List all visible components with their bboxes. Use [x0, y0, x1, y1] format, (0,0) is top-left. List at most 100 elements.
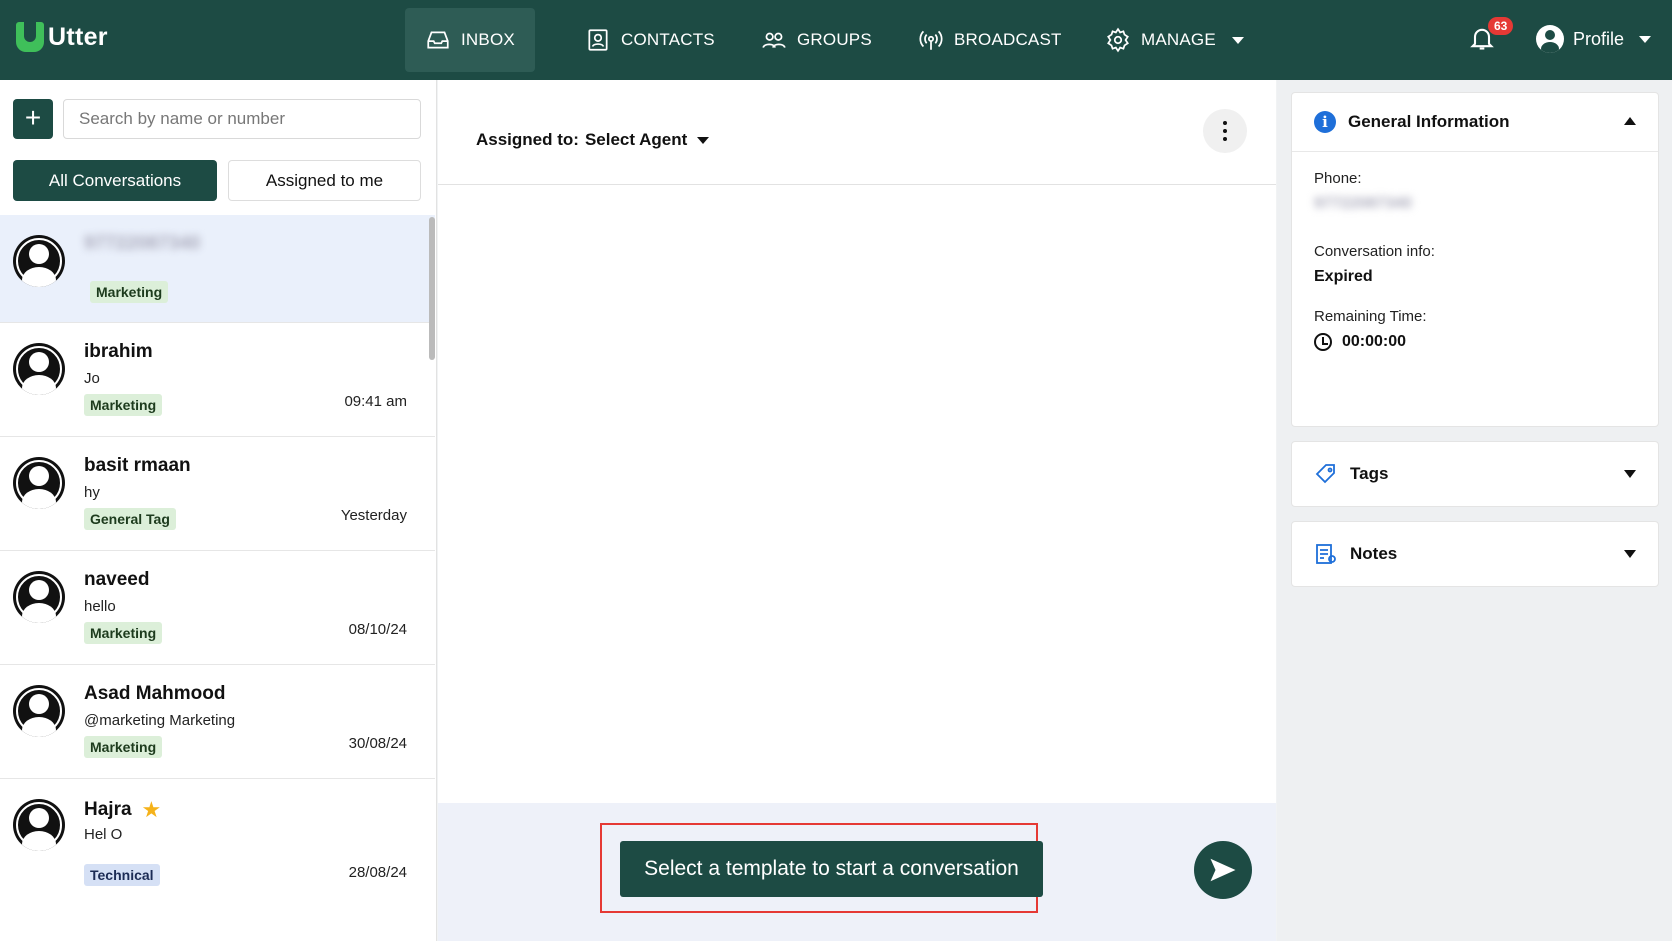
remaining-time: 00:00:00: [1314, 333, 1636, 351]
conversation-tag: Marketing: [84, 394, 163, 416]
notes-header[interactable]: Notes: [1292, 522, 1658, 586]
contact-name-text: Hajra: [84, 799, 132, 820]
nav-manage[interactable]: MANAGE: [1085, 8, 1264, 72]
alarm-clock-icon: [1314, 333, 1332, 351]
contact-avatar-icon: [13, 457, 65, 509]
contact-name: Hajra ★: [84, 797, 161, 823]
chevron-down-icon: [1231, 36, 1244, 44]
chevron-down-icon: [1639, 35, 1652, 43]
tags-title: Tags: [1350, 464, 1389, 483]
chat-panel: Assigned to: Select Agent Select a templ…: [438, 80, 1276, 941]
last-message: Hel O: [84, 826, 123, 843]
chevron-down-icon: [697, 136, 710, 144]
chevron-up-icon: [1624, 117, 1636, 125]
conversation-status: Expired: [1314, 268, 1373, 285]
last-message: hello: [84, 598, 116, 615]
message-time: 28/08/24: [348, 864, 407, 881]
message-time: Yesterday: [340, 507, 407, 524]
notes-icon: [1316, 544, 1336, 564]
phone-value: 97722087340: [1314, 195, 1412, 212]
conversation-tag: General Tag: [84, 508, 176, 530]
groups-icon: [762, 32, 786, 48]
brand-name: Utter: [48, 22, 108, 51]
contact-name: Asad Mahmood: [84, 683, 226, 704]
selected-agent: Select Agent: [584, 130, 688, 149]
conversation-item[interactable]: naveed hello Marketing 08/10/24: [0, 551, 435, 665]
contacts-icon: [588, 29, 608, 51]
contact-avatar-icon: [13, 235, 65, 287]
assign-agent-dropdown[interactable]: Assigned to: Select Agent: [476, 130, 710, 150]
conversation-sidebar: + All Conversations Assigned to me 97722…: [0, 80, 437, 941]
conversation-info-label: Conversation info:: [1314, 243, 1435, 260]
search-input[interactable]: [63, 99, 421, 139]
contact-avatar-icon: [13, 685, 65, 737]
kebab-dot-icon: [1223, 129, 1227, 133]
add-conversation-button[interactable]: +: [13, 99, 53, 139]
kebab-dot-icon: [1223, 137, 1227, 141]
user-avatar-icon: [1536, 25, 1564, 53]
general-information-header[interactable]: i General Information: [1292, 93, 1658, 151]
conversation-item[interactable]: Asad Mahmood @marketing Marketing Market…: [0, 665, 435, 779]
nav-broadcast-label: BROADCAST: [954, 30, 1062, 49]
contact-avatar-icon: [13, 343, 65, 395]
more-options-button[interactable]: [1203, 109, 1247, 153]
conversation-item[interactable]: Hajra ★ Hel O Technical 28/08/24: [0, 779, 435, 939]
assigned-label: Assigned to:: [476, 130, 579, 149]
info-icon: i: [1314, 111, 1336, 133]
tab-all-conversations[interactable]: All Conversations: [13, 160, 217, 201]
notes-card: Notes: [1291, 521, 1659, 587]
conversation-item[interactable]: 97722087340 Marketing: [0, 215, 435, 323]
conversation-tag: Marketing: [90, 281, 169, 303]
tags-card: Tags: [1291, 441, 1659, 507]
message-time: 09:41 am: [344, 393, 407, 410]
nav-contacts[interactable]: CONTACTS: [565, 8, 735, 72]
profile-label: Profile: [1573, 28, 1625, 49]
kebab-dot-icon: [1223, 121, 1227, 125]
chat-composer: Select a template to start a conversatio…: [438, 803, 1276, 941]
nav-manage-label: MANAGE: [1141, 30, 1216, 49]
message-time: 08/10/24: [348, 621, 407, 638]
select-template-button[interactable]: Select a template to start a conversatio…: [620, 841, 1043, 897]
nav-broadcast[interactable]: BROADCAST: [898, 8, 1082, 72]
conversation-list-scrollbar[interactable]: [429, 217, 435, 360]
send-button[interactable]: [1194, 841, 1252, 899]
conversation-tag: Marketing: [84, 736, 163, 758]
contact-name: naveed: [84, 569, 150, 590]
conversation-item[interactable]: basit rmaan hy General Tag Yesterday: [0, 437, 435, 551]
chat-header: Assigned to: Select Agent: [438, 80, 1276, 185]
contact-name: 97722087340: [84, 233, 201, 254]
last-message: Jo: [84, 370, 100, 387]
conversation-item[interactable]: ibrahim Jo Marketing 09:41 am: [0, 323, 435, 437]
notification-count-badge: 63: [1488, 17, 1514, 35]
message-time: 30/08/24: [348, 735, 407, 752]
inbox-icon: [427, 31, 449, 49]
chevron-down-icon: [1624, 470, 1636, 478]
general-information-title: General Information: [1348, 112, 1510, 131]
send-icon: [1210, 858, 1236, 882]
nav-groups-label: GROUPS: [797, 30, 872, 49]
gear-icon: [1107, 27, 1129, 53]
star-icon: ★: [141, 797, 162, 822]
nav-inbox[interactable]: INBOX: [405, 8, 535, 72]
tags-header[interactable]: Tags: [1292, 442, 1658, 506]
tab-assigned-to-me[interactable]: Assigned to me: [228, 160, 421, 201]
chevron-down-icon: [1624, 550, 1636, 558]
logo-mark-icon: [16, 22, 44, 52]
nav-inbox-label: INBOX: [461, 30, 515, 49]
profile-menu[interactable]: Profile: [1536, 25, 1652, 53]
general-information-card: i General Information Phone: 97722087340…: [1291, 92, 1659, 427]
brand-logo[interactable]: Utter: [16, 22, 108, 52]
last-message: @marketing Marketing: [84, 712, 236, 729]
contact-avatar-icon: [13, 571, 65, 623]
last-message: hy: [84, 484, 100, 501]
remaining-time-value: 00:00:00: [1342, 333, 1407, 350]
tag-icon: [1315, 464, 1335, 484]
conversation-tag: Marketing: [84, 622, 163, 644]
contact-details-panel: i General Information Phone: 97722087340…: [1277, 80, 1672, 941]
contact-name: ibrahim: [84, 341, 153, 362]
nav-contacts-label: CONTACTS: [621, 30, 715, 49]
nav-groups[interactable]: GROUPS: [741, 8, 892, 72]
contact-name: basit rmaan: [84, 455, 191, 476]
conversation-tag: Technical: [84, 864, 160, 886]
contact-avatar-icon: [13, 799, 65, 851]
